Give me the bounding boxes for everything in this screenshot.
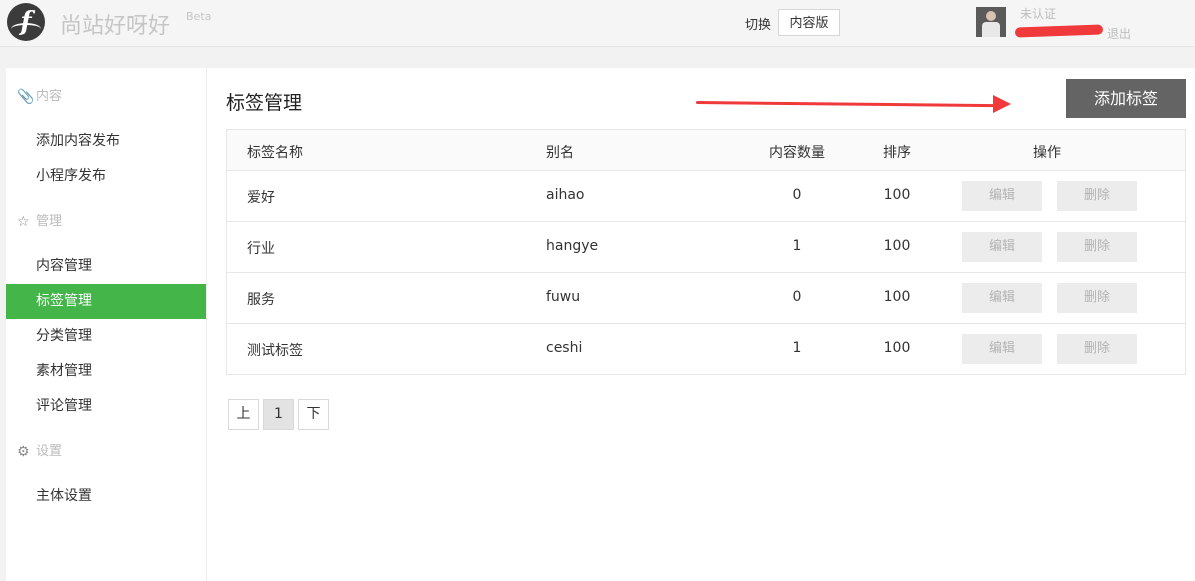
tag-name: 行业: [247, 241, 275, 257]
star-icon: ☆: [17, 214, 30, 230]
annotation-arrow-shaft: [695, 101, 996, 108]
top-header: f 尚站好呀好 Beta 切换 内容版 未认证 退出: [0, 0, 1195, 47]
sidebar-group-settings: ⚙ 设置: [6, 445, 206, 465]
sidebar-item-comment-manage[interactable]: 评论管理: [6, 389, 206, 424]
delete-button[interactable]: 删除: [1057, 181, 1137, 211]
tag-alias: hangye: [546, 238, 599, 254]
avatar-body: [982, 22, 1000, 37]
tag-count: 1: [792, 238, 802, 254]
sidebar: 📎 内容 添加内容发布 小程序发布 ☆ 管理 内容管理 标签管理 分类管理 素材…: [6, 68, 207, 581]
edit-button[interactable]: 编辑: [962, 232, 1042, 262]
tag-sort: 100: [883, 289, 911, 305]
delete-button[interactable]: 删除: [1057, 334, 1137, 364]
page-title: 标签管理: [226, 92, 303, 114]
tag-alias: aihao: [546, 187, 585, 203]
sidebar-item-tag-manage[interactable]: 标签管理: [6, 284, 206, 319]
sidebar-item-miniprogram[interactable]: 小程序发布: [6, 159, 206, 194]
tag-table: 标签名称 别名 内容数量 排序 操作 爱好 aihao 0 100 编辑 删除 …: [226, 129, 1186, 375]
avatar-head: [986, 11, 996, 21]
edit-button[interactable]: 编辑: [962, 181, 1042, 211]
header-actions: 操作: [1033, 145, 1061, 161]
tag-sort: 100: [883, 238, 911, 254]
verify-status: 未认证: [1020, 7, 1057, 21]
current-page-button[interactable]: 1: [263, 399, 294, 430]
add-tag-button[interactable]: 添加标签: [1066, 79, 1186, 118]
avatar[interactable]: [976, 7, 1006, 37]
sidebar-group-manage: ☆ 管理: [6, 215, 206, 235]
next-page-button[interactable]: 下: [298, 399, 329, 430]
tag-alias: fuwu: [546, 289, 581, 305]
switch-label: 切换: [745, 18, 772, 33]
sidebar-item-add-content[interactable]: 添加内容发布: [6, 124, 206, 159]
tag-alias: ceshi: [546, 340, 583, 356]
tag-count: 1: [792, 340, 802, 356]
annotation-arrow-head: [993, 95, 1011, 113]
header-tag-name: 标签名称: [247, 145, 303, 161]
tag-count: 0: [792, 187, 802, 203]
tag-count: 0: [792, 289, 802, 305]
tag-name: 爱好: [247, 190, 275, 206]
sidebar-item-content-manage[interactable]: 内容管理: [6, 249, 206, 284]
table-row: 爱好 aihao 0 100 编辑 删除: [227, 171, 1185, 222]
sidebar-group-label: 管理: [36, 214, 63, 229]
delete-button[interactable]: 删除: [1057, 283, 1137, 313]
tag-name: 服务: [247, 292, 275, 308]
switch-version-button[interactable]: 内容版: [778, 9, 840, 36]
logout-link[interactable]: 退出: [1107, 25, 1131, 42]
main-panel: 标签管理 添加标签 标签名称 别名 内容数量 排序 操作 爱好 aihao 0 …: [207, 68, 1195, 581]
edit-button[interactable]: 编辑: [962, 283, 1042, 313]
beta-badge: Beta: [186, 10, 212, 23]
site-name: 尚站好呀好: [60, 14, 171, 39]
sidebar-group-label: 设置: [36, 444, 63, 459]
site-logo-icon[interactable]: f: [7, 3, 45, 41]
tag-name: 测试标签: [247, 343, 303, 359]
tag-sort: 100: [883, 340, 911, 356]
sidebar-item-category-manage[interactable]: 分类管理: [6, 319, 206, 354]
sidebar-group-label: 内容: [36, 89, 63, 104]
header-alias: 别名: [546, 145, 574, 161]
edit-button[interactable]: 编辑: [962, 334, 1042, 364]
logo-glyph: f: [20, 7, 32, 37]
sidebar-item-material-manage[interactable]: 素材管理: [6, 354, 206, 389]
table-header: 标签名称 别名 内容数量 排序 操作: [227, 130, 1185, 171]
table-row: 服务 fuwu 0 100 编辑 删除: [227, 273, 1185, 324]
table-row: 行业 hangye 1 100 编辑 删除: [227, 222, 1185, 273]
gear-icon: ⚙: [17, 444, 30, 460]
header-sort: 排序: [883, 145, 911, 161]
tag-sort: 100: [883, 187, 911, 203]
header-content-count: 内容数量: [769, 145, 825, 161]
logo-swoosh: [11, 23, 41, 35]
paperclip-icon: 📎: [17, 89, 35, 105]
sidebar-group-content: 📎 内容: [6, 90, 206, 110]
redacted-username-mark: [1014, 24, 1104, 38]
sidebar-item-entity-settings[interactable]: 主体设置: [6, 479, 206, 514]
table-row: 测试标签 ceshi 1 100 编辑 删除: [227, 324, 1185, 375]
delete-button[interactable]: 删除: [1057, 232, 1137, 262]
prev-page-button[interactable]: 上: [228, 399, 259, 430]
